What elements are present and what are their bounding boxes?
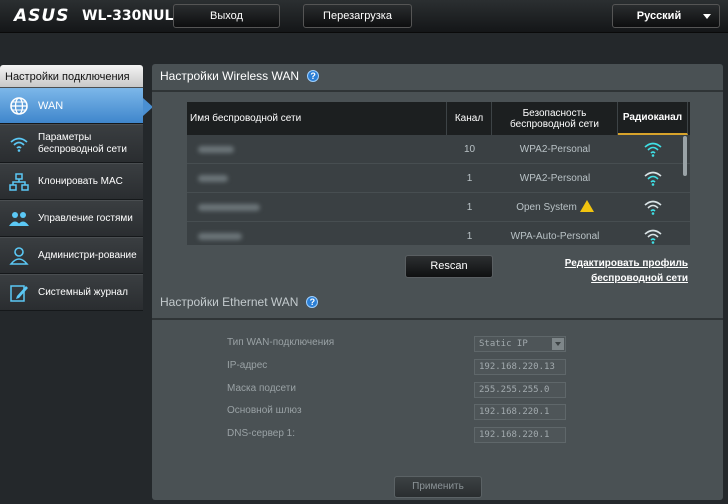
gateway-field[interactable]: 192.168.220.1 bbox=[474, 404, 566, 420]
top-bar: ASUS WL-330NUL Выход Перезагрузка Русски… bbox=[0, 0, 728, 33]
wifi-signal-icon bbox=[644, 142, 662, 157]
subnet-mask-label: Маска подсети bbox=[227, 383, 296, 394]
log-icon bbox=[0, 283, 38, 303]
apply-button[interactable]: Применить bbox=[394, 476, 482, 498]
network-icon bbox=[0, 172, 38, 191]
router-admin-page: ASUS WL-330NUL Выход Перезагрузка Русски… bbox=[0, 0, 728, 504]
wan-type-select[interactable]: Static IP bbox=[474, 336, 566, 352]
dns1-label: DNS-сервер 1: bbox=[227, 428, 296, 439]
table-row[interactable]: 1 Open System bbox=[187, 193, 690, 222]
logout-button[interactable]: Выход bbox=[173, 4, 280, 28]
signal-cell bbox=[618, 193, 688, 221]
sidebar-item-label: Управление гостями bbox=[38, 212, 133, 224]
sidebar-item-wan[interactable]: WAN bbox=[0, 87, 153, 124]
table-scrollbar[interactable] bbox=[683, 136, 687, 176]
sidebar-item-label: Параметры беспроводной сети bbox=[38, 131, 127, 155]
wan-type-value: Static IP bbox=[479, 339, 528, 349]
wifi-icon bbox=[0, 136, 38, 152]
column-header-signal: Радиоканал bbox=[618, 102, 688, 135]
security-cell: Open System bbox=[492, 193, 618, 221]
security-cell: WPA-Auto-Personal bbox=[510, 230, 600, 242]
wifi-signal-icon bbox=[644, 171, 662, 186]
sidebar-item-syslog[interactable]: Системный журнал bbox=[0, 274, 143, 311]
ip-address-label: IP-адрес bbox=[227, 360, 268, 371]
table-row[interactable]: 10 WPA2-Personal bbox=[187, 135, 690, 164]
ssid-cell bbox=[187, 164, 447, 192]
ssid-redacted bbox=[198, 145, 234, 153]
security-cell: WPA2-Personal bbox=[519, 172, 591, 184]
globe-icon bbox=[0, 96, 38, 116]
channel-cell: 10 bbox=[463, 143, 476, 155]
channel-cell: 1 bbox=[466, 172, 473, 184]
chevron-down-icon bbox=[703, 14, 711, 19]
table-row[interactable]: 1 WPA2-Personal bbox=[187, 164, 690, 193]
sidebar-item-wireless[interactable]: Параметры беспроводной сети bbox=[0, 124, 143, 163]
wireless-wan-title-text: Настройки Wireless WAN bbox=[160, 69, 300, 83]
language-label: Русский bbox=[636, 10, 682, 22]
reboot-button[interactable]: Перезагрузка bbox=[303, 4, 412, 28]
section-divider bbox=[152, 90, 723, 92]
column-header-security: Безопасность беспроводной сети bbox=[492, 102, 618, 135]
edit-wireless-profile-link[interactable]: Редактировать профиль беспроводной сети bbox=[548, 256, 688, 286]
wan-type-label: Тип WAN-подключения bbox=[227, 337, 335, 348]
ssid-cell bbox=[187, 193, 447, 221]
signal-cell bbox=[618, 135, 688, 163]
asus-logo: ASUS bbox=[14, 6, 70, 26]
wireless-network-table: Имя беспроводной сети Канал Безопасность… bbox=[187, 102, 690, 245]
model-name: WL-330NUL bbox=[82, 8, 174, 24]
sidebar: Настройки подключения WAN Параметры бесп… bbox=[0, 65, 153, 311]
sidebar-title: Настройки подключения bbox=[0, 65, 143, 87]
table-row[interactable]: 1 WPA-Auto-Personal bbox=[187, 222, 690, 245]
ethernet-wan-title-text: Настройки Ethernet WAN bbox=[160, 295, 299, 309]
section-divider bbox=[152, 318, 723, 320]
gateway-label: Основной шлюз bbox=[227, 405, 302, 416]
security-text: Open System bbox=[516, 201, 577, 213]
ethernet-wan-title: Настройки Ethernet WAN ? bbox=[160, 295, 319, 309]
sidebar-item-clone-mac[interactable]: Клонировать MAC bbox=[0, 163, 143, 200]
column-header-channel: Канал bbox=[447, 102, 492, 135]
ssid-redacted bbox=[198, 232, 242, 240]
rescan-button[interactable]: Rescan bbox=[405, 255, 493, 278]
sidebar-item-label: Клонировать MAC bbox=[38, 175, 123, 187]
sidebar-item-guests[interactable]: Управление гостями bbox=[0, 200, 143, 237]
sidebar-item-label: Администри-рование bbox=[38, 249, 137, 261]
warning-icon bbox=[579, 200, 594, 212]
wifi-signal-icon bbox=[644, 200, 662, 215]
channel-cell: 1 bbox=[466, 201, 473, 213]
subnet-mask-field[interactable]: 255.255.255.0 bbox=[474, 382, 566, 398]
admin-icon bbox=[0, 246, 38, 266]
ssid-cell bbox=[187, 135, 447, 163]
wifi-signal-icon bbox=[644, 229, 662, 244]
chevron-down-icon bbox=[552, 338, 564, 350]
ssid-redacted bbox=[198, 203, 260, 211]
sidebar-item-label: WAN bbox=[38, 99, 64, 112]
signal-cell bbox=[618, 164, 688, 192]
ip-address-field[interactable]: 192.168.220.13 bbox=[474, 359, 566, 375]
main-panel: Настройки Wireless WAN ? Имя беспроводно… bbox=[152, 64, 723, 500]
ssid-cell bbox=[187, 222, 447, 245]
sidebar-item-label: Системный журнал bbox=[38, 286, 128, 298]
column-header-ssid: Имя беспроводной сети bbox=[187, 102, 447, 135]
help-icon[interactable]: ? bbox=[306, 296, 319, 308]
table-header: Имя беспроводной сети Канал Безопасность… bbox=[187, 102, 690, 135]
security-cell: WPA2-Personal bbox=[519, 143, 591, 155]
signal-cell bbox=[618, 222, 688, 245]
ssid-redacted bbox=[198, 174, 228, 182]
wireless-wan-title: Настройки Wireless WAN ? bbox=[160, 69, 320, 83]
channel-cell: 1 bbox=[466, 230, 473, 242]
language-select[interactable]: Русский bbox=[612, 4, 720, 28]
dns1-field[interactable]: 192.168.220.1 bbox=[474, 427, 566, 443]
sidebar-item-administration[interactable]: Администри-рование bbox=[0, 237, 143, 274]
users-icon bbox=[0, 210, 38, 228]
help-icon[interactable]: ? bbox=[307, 70, 320, 82]
